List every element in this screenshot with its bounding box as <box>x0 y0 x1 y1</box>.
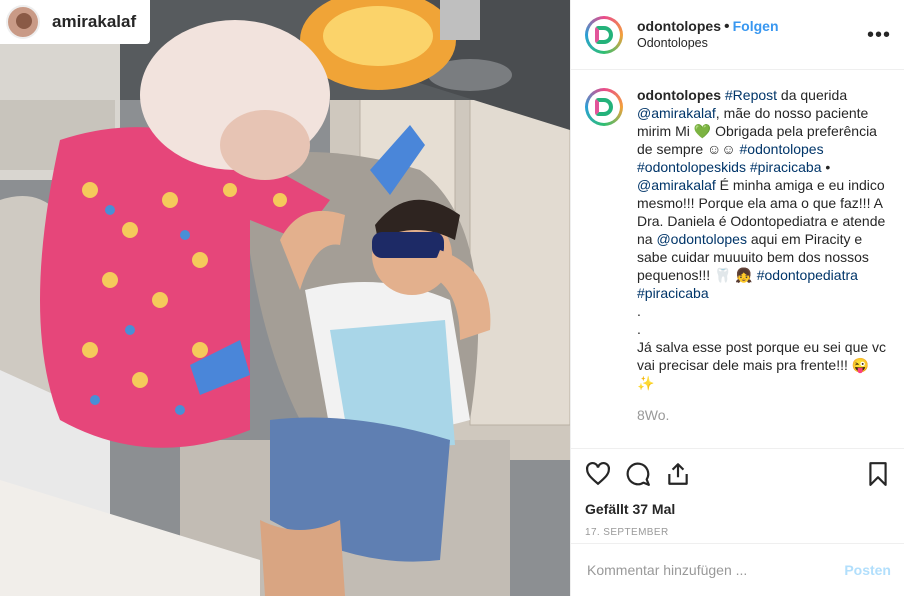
caption-line: mesmo!!! Porque ela ama o que faz!!! A <box>637 194 893 212</box>
header-username[interactable]: odontolopes <box>637 18 721 34</box>
tagged-user-badge[interactable]: amirakalaf <box>0 0 151 44</box>
caption-line: . <box>637 302 893 320</box>
dental-clinic-photo <box>0 0 570 596</box>
header-location[interactable]: Odontolopes <box>637 35 866 52</box>
comment-bar: Posten <box>571 543 904 596</box>
caption-line: #piracicaba <box>637 284 893 302</box>
hashtag-link[interactable]: #odontolopes <box>740 141 824 157</box>
caption-line: pequenos!!! 🦷 👧 #odontopediatra <box>637 266 893 284</box>
caption-fragment: . <box>637 321 641 337</box>
caption-line: @amirakalaf É minha amiga e eu indico <box>637 176 893 194</box>
post-date[interactable]: 17. SEPTEMBER <box>585 527 891 538</box>
tagged-username: amirakalaf <box>52 12 137 31</box>
caption-timestamp[interactable]: 8Wo. <box>637 406 893 424</box>
post-photo[interactable]: amirakalaf <box>0 0 570 596</box>
post-header: odontolopes • Folgen Odontolopes ••• <box>571 0 904 70</box>
hashtag-link[interactable]: #odontolopeskids <box>637 159 746 175</box>
caption-line: @amirakalaf, mãe do nosso paciente <box>637 104 893 122</box>
caption-line: na @odontolopes aqui em Piracity e <box>637 230 893 248</box>
mention-link[interactable]: @amirakalaf <box>637 177 716 193</box>
caption-line: ✨ <box>637 374 893 392</box>
caption-fragment: na <box>637 231 657 247</box>
caption-fragment: , mãe do nosso paciente <box>715 105 869 121</box>
post-comment-button[interactable]: Posten <box>844 562 891 578</box>
caption-fragment: Já salva esse post porque eu sei que vc <box>637 339 887 355</box>
caption-fragment: sabe cuidar muuuito bem dos nossos <box>637 249 869 265</box>
caption-line: #odontolopeskids #piracicaba • <box>637 158 893 176</box>
caption-fragment: • <box>821 159 831 175</box>
caption-author[interactable]: odontolopes <box>637 87 721 103</box>
caption-line: vai precisar dele mais pra frente!!! 😜 <box>637 356 893 374</box>
odontolopes-logo-icon <box>595 25 613 44</box>
caption-fragment: mirim Mi 💚 Obrigada pela preferência <box>637 123 877 139</box>
follow-button[interactable]: Folgen <box>733 18 779 34</box>
caption-line: de sempre ☺☺ #odontolopes <box>637 140 893 158</box>
account-avatar[interactable] <box>585 15 623 54</box>
caption-line: Dra. Daniela é Odontopediatra e atende <box>637 212 893 230</box>
bookmark-icon[interactable] <box>865 461 891 487</box>
caption-line: odontolopes #Repost da querida <box>637 86 893 104</box>
caption-fragment: ✨ <box>637 375 655 391</box>
caption: odontolopes #Repost da querida @amirakala… <box>571 86 904 424</box>
caption-fragment: É minha amiga e eu indico <box>715 177 885 193</box>
mention-link[interactable]: @odontolopes <box>656 231 747 247</box>
share-icon[interactable] <box>665 461 691 487</box>
mention-link[interactable]: @amirakalaf <box>637 105 716 121</box>
comment-input[interactable] <box>585 561 845 579</box>
caption-text: odontolopes #Repost da querida @amirakala… <box>637 86 893 392</box>
instagram-post: amirakalaf odontolopes • Folgen Odontolope… <box>0 0 904 596</box>
caption-line: mirim Mi 💚 Obrigada pela preferência <box>637 122 893 140</box>
caption-line: sabe cuidar muuuito bem dos nossos <box>637 248 893 266</box>
caption-fragment: da querida <box>777 87 848 103</box>
caption-line: Já salva esse post porque eu sei que vc <box>637 338 893 356</box>
post-sidebar: odontolopes • Folgen Odontolopes ••• odont… <box>570 0 904 596</box>
post-actions: Gefällt 37 Mal 17. SEPTEMBER <box>571 448 904 538</box>
hashtag-link[interactable]: #piracicaba <box>750 159 822 175</box>
heart-icon[interactable] <box>585 461 611 487</box>
caption-fragment: pequenos!!! 🦷 👧 <box>637 267 757 283</box>
hashtag-link[interactable]: #piracicaba <box>637 285 709 301</box>
caption-fragment: . <box>637 303 641 319</box>
hashtag-link[interactable]: #odontopediatra <box>757 267 858 283</box>
caption-fragment: mesmo!!! Porque ela ama o que faz!!! A <box>637 195 883 211</box>
hashtag-link[interactable]: #Repost <box>725 87 777 103</box>
likes-count[interactable]: Gefällt 37 Mal <box>585 501 891 517</box>
caption-line: . <box>637 320 893 338</box>
caption-fragment: de sempre ☺☺ <box>637 141 740 157</box>
odontolopes-logo-icon <box>595 98 613 116</box>
caption-fragment: Dra. Daniela é Odontopediatra e atende <box>637 213 886 229</box>
header-separator: • <box>724 17 730 35</box>
caption-avatar[interactable] <box>585 88 623 126</box>
tagged-user-avatar <box>6 5 40 39</box>
ellipsis-icon[interactable]: ••• <box>866 25 892 45</box>
caption-fragment: aqui em Piracity e <box>746 231 863 247</box>
caption-fragment: vai precisar dele mais pra frente!!! 😜 <box>637 357 870 373</box>
comment-icon[interactable] <box>625 461 651 487</box>
